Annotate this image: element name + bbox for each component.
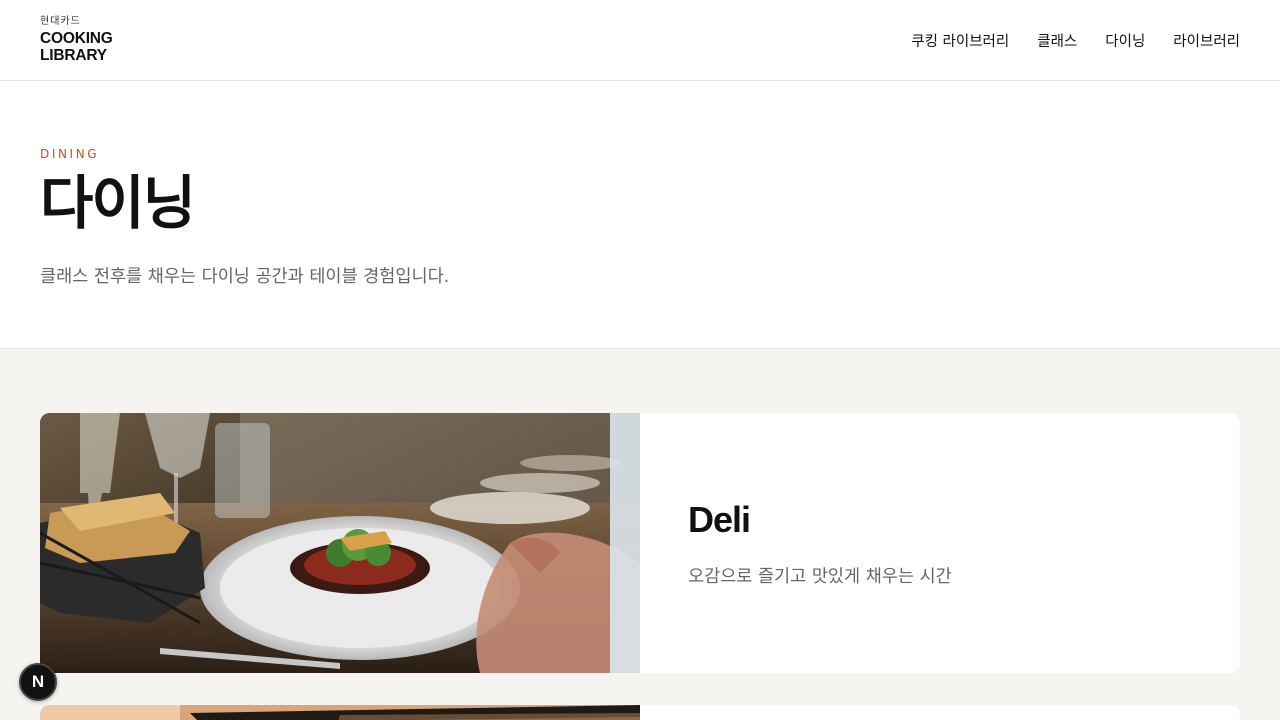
main-nav: 쿠킹 라이브러리 클래스 다이닝 라이브러리 (911, 30, 1240, 51)
dining-card-description: 오감으로 즐기고 맛있게 채우는 시간 (688, 567, 952, 587)
page-title: 다이닝 (40, 169, 196, 237)
page-hero: DINING 다이닝 클래스 전후를 채우는 다이닝 공간과 테이블 경험입니다… (0, 81, 1280, 349)
nav-item-dining[interactable]: 다이닝 (1105, 30, 1145, 51)
nav-item-library[interactable]: 라이브러리 (1173, 30, 1240, 51)
nav-item-class[interactable]: 클래스 (1037, 30, 1077, 51)
page-subtitle: 클래스 전후를 채우는 다이닝 공간과 테이블 경험입니다. (40, 267, 450, 287)
nav-item-cooking-library[interactable]: 쿠킹 라이브러리 (911, 30, 1009, 51)
dining-card-body: Deli 오감으로 즐기고 맛있게 채우는 시간 (640, 413, 1240, 673)
dining-card-title: Deli (688, 499, 751, 540)
dining-list: Deli 오감으로 즐기고 맛있게 채우는 시간 (0, 349, 1280, 720)
logo-brand: 현대카드 (40, 15, 81, 27)
logo-line-2: LIBRARY (40, 46, 107, 64)
next-card-photo (40, 705, 640, 720)
dining-card-deli[interactable]: Deli 오감으로 즐기고 맛있게 채우는 시간 (40, 413, 1240, 673)
dining-card-next-image (40, 705, 640, 720)
n-badge-button[interactable]: N (19, 663, 57, 701)
dining-card-image (40, 413, 640, 673)
logo[interactable]: 현대카드 COOKING LIBRARY (40, 15, 113, 64)
section-eyebrow: DINING (40, 147, 100, 161)
site-header: 현대카드 COOKING LIBRARY 쿠킹 라이브러리 클래스 다이닝 라이… (0, 0, 1280, 81)
restaurant-photo (40, 413, 640, 673)
dining-card-next[interactable] (40, 705, 1240, 720)
logo-line-1: COOKING (40, 29, 113, 47)
